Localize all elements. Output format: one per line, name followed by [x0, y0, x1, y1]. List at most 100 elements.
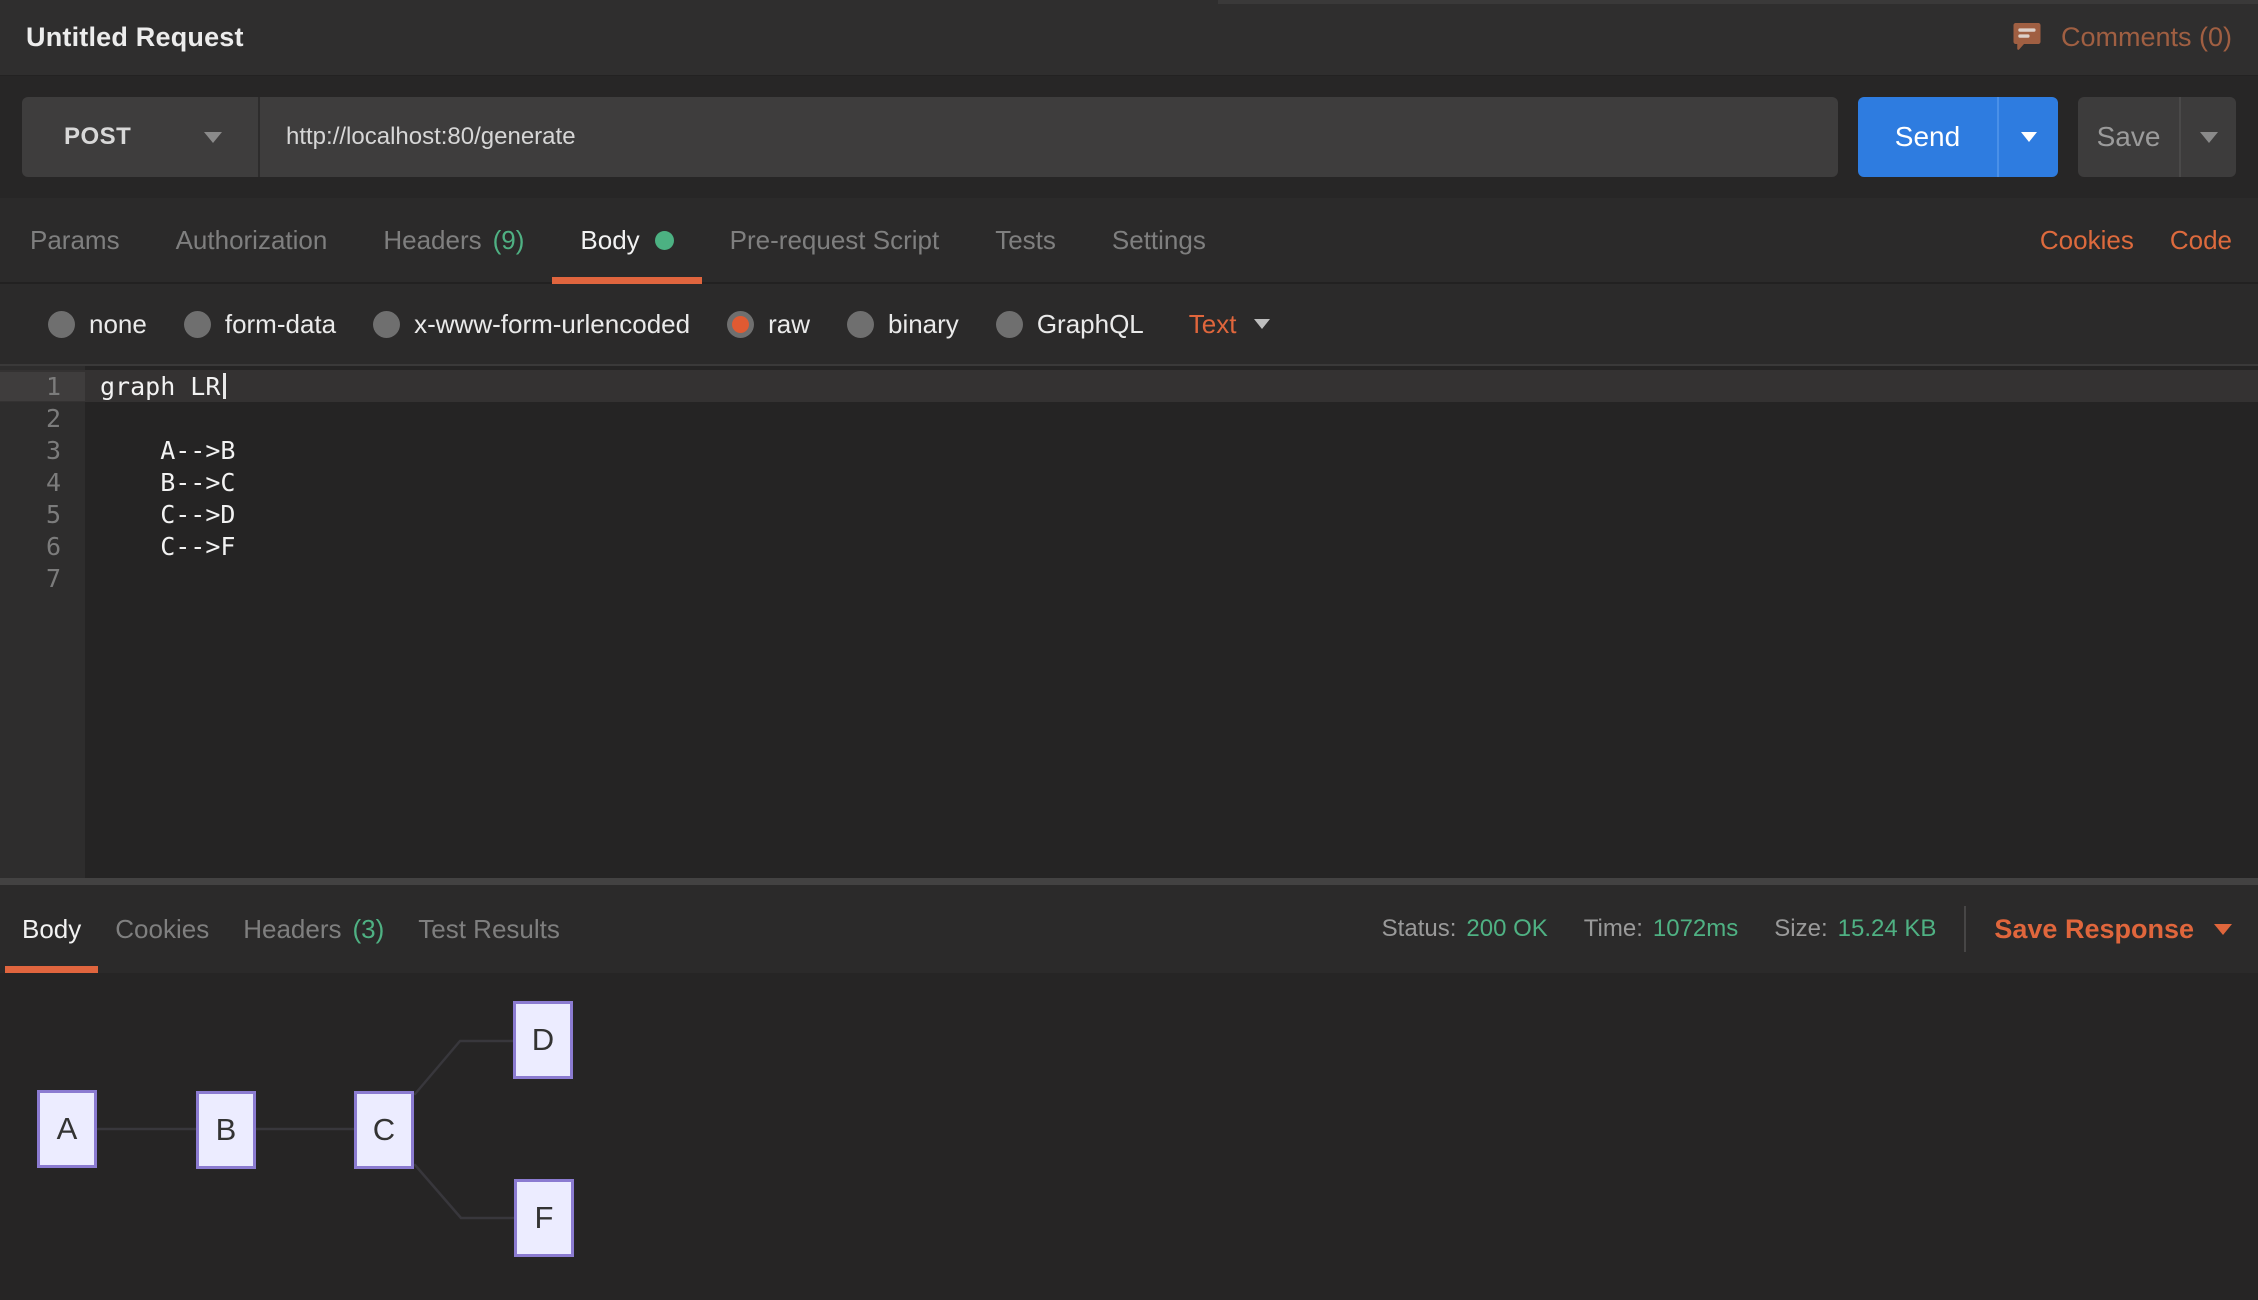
- tab-label: Body: [580, 225, 639, 256]
- response-meta: Status: 200 OK Time: 1072ms Size: 15.24 …: [1346, 885, 2232, 973]
- mode-raw[interactable]: raw: [727, 309, 810, 340]
- comments-label: Comments (0): [2061, 22, 2232, 53]
- time-pair: Time: 1072ms: [1584, 915, 1739, 943]
- tab-label: Test Results: [418, 914, 560, 945]
- line-number: 3: [0, 436, 85, 465]
- editor-line[interactable]: 6 C-->F: [0, 530, 2258, 562]
- chevron-down-icon: [2021, 132, 2037, 142]
- node-label: C: [373, 1112, 395, 1148]
- editor-line[interactable]: 2: [0, 402, 2258, 434]
- tab-label: Headers: [383, 225, 481, 256]
- tab-authorization[interactable]: Authorization: [148, 198, 356, 282]
- raw-body-editor[interactable]: 1 graph LR 2 3 A-->B 4 B-->C 5 C-->D 6 C…: [0, 364, 2258, 878]
- size-pair: Size: 15.24 KB: [1774, 915, 1936, 943]
- radio-icon: [847, 311, 874, 338]
- edge-c-d: [415, 1041, 513, 1094]
- editor-line[interactable]: 4 B-->C: [0, 466, 2258, 498]
- method-select[interactable]: POST: [22, 97, 260, 177]
- line-number: 7: [0, 564, 85, 593]
- cookies-link[interactable]: Cookies: [2040, 225, 2134, 256]
- tab-pre-request-script[interactable]: Pre-request Script: [702, 198, 968, 282]
- graph-node-d: D: [513, 1001, 573, 1079]
- mode-form-data[interactable]: form-data: [184, 309, 336, 340]
- radio-icon: [373, 311, 400, 338]
- line-number: 4: [0, 468, 85, 497]
- save-options-button[interactable]: [2179, 97, 2236, 177]
- radio-icon: [48, 311, 75, 338]
- send-button[interactable]: Send: [1858, 97, 1997, 177]
- mode-x-www-form-urlencoded[interactable]: x-www-form-urlencoded: [373, 309, 690, 340]
- status-pair: Status: 200 OK: [1382, 915, 1548, 943]
- editor-line[interactable]: 3 A-->B: [0, 434, 2258, 466]
- tab-tests[interactable]: Tests: [967, 198, 1084, 282]
- chevron-down-icon: [2214, 924, 2232, 935]
- save-button-group: Save: [2078, 97, 2236, 177]
- raw-format-select[interactable]: Text: [1189, 309, 1271, 340]
- save-response-button[interactable]: Save Response: [1994, 914, 2232, 945]
- mode-label: GraphQL: [1037, 309, 1144, 340]
- tab-label: Tests: [995, 225, 1056, 256]
- mode-graphql[interactable]: GraphQL: [996, 309, 1144, 340]
- tab-label: Authorization: [176, 225, 328, 256]
- graph-node-c: C: [354, 1091, 414, 1169]
- status-label: Status:: [1382, 915, 1457, 943]
- response-tabs-bar: Body Cookies Headers (3) Test Results St…: [0, 885, 2258, 973]
- response-tab-cookies[interactable]: Cookies: [98, 885, 226, 973]
- pane-resize-handle[interactable]: [0, 878, 2258, 885]
- chevron-down-icon: [204, 132, 222, 143]
- time-value: 1072ms: [1653, 915, 1738, 943]
- request-url-row: POST Send Save: [0, 76, 2258, 198]
- response-tab-headers[interactable]: Headers (3): [226, 885, 401, 973]
- body-mode-options: none form-data x-www-form-urlencoded raw…: [0, 284, 2258, 364]
- tab-headers[interactable]: Headers (9): [355, 198, 552, 282]
- line-number: 6: [0, 532, 85, 561]
- tab-params[interactable]: Params: [2, 198, 148, 282]
- tab-settings[interactable]: Settings: [1084, 198, 1234, 282]
- radio-icon: [996, 311, 1023, 338]
- code-text: C-->F: [100, 532, 235, 561]
- editor-line[interactable]: 1 graph LR: [0, 370, 2258, 402]
- radio-icon: [184, 311, 211, 338]
- comments-button[interactable]: Comments (0): [2009, 20, 2232, 56]
- graph-node-b: B: [196, 1091, 256, 1169]
- radio-checked-icon: [727, 311, 754, 338]
- send-button-group: Send: [1858, 97, 2058, 177]
- tab-label: Pre-request Script: [730, 225, 940, 256]
- tab-label: Body: [22, 914, 81, 945]
- save-response-label: Save Response: [1994, 914, 2194, 945]
- scroll-strip: [1218, 0, 2258, 4]
- code-text: graph LR: [100, 372, 220, 401]
- code-text: A-->B: [100, 436, 235, 465]
- response-tab-body[interactable]: Body: [5, 885, 98, 973]
- send-options-button[interactable]: [1997, 97, 2058, 177]
- vertical-divider: [1964, 906, 1966, 952]
- mode-none[interactable]: none: [48, 309, 147, 340]
- response-tab-test-results[interactable]: Test Results: [401, 885, 577, 973]
- editor-line[interactable]: 7: [0, 562, 2258, 594]
- mode-label: none: [89, 309, 147, 340]
- format-label: Text: [1189, 309, 1237, 340]
- comment-icon: [2009, 20, 2045, 56]
- save-button[interactable]: Save: [2078, 97, 2179, 177]
- tabs-right-links: Cookies Code: [2040, 198, 2232, 282]
- graph-node-a: A: [37, 1090, 97, 1168]
- line-number: 5: [0, 500, 85, 529]
- tab-body[interactable]: Body: [552, 198, 701, 282]
- mode-binary[interactable]: binary: [847, 309, 959, 340]
- url-input-group: POST: [22, 97, 1838, 177]
- size-label: Size:: [1774, 915, 1827, 943]
- method-label: POST: [64, 123, 131, 151]
- page-title: Untitled Request: [26, 22, 244, 53]
- url-input[interactable]: [260, 97, 1838, 177]
- tab-label: Params: [30, 225, 120, 256]
- code-text: B-->C: [100, 468, 235, 497]
- editor-line[interactable]: 5 C-->D: [0, 498, 2258, 530]
- code-link[interactable]: Code: [2170, 225, 2232, 256]
- send-label: Send: [1895, 121, 1960, 153]
- size-value: 15.24 KB: [1838, 915, 1937, 943]
- request-title-bar: Untitled Request Comments (0): [0, 0, 2258, 76]
- save-label: Save: [2097, 121, 2161, 153]
- line-number: 1: [0, 372, 85, 401]
- tab-label: Headers: [243, 914, 341, 945]
- node-label: A: [57, 1111, 78, 1147]
